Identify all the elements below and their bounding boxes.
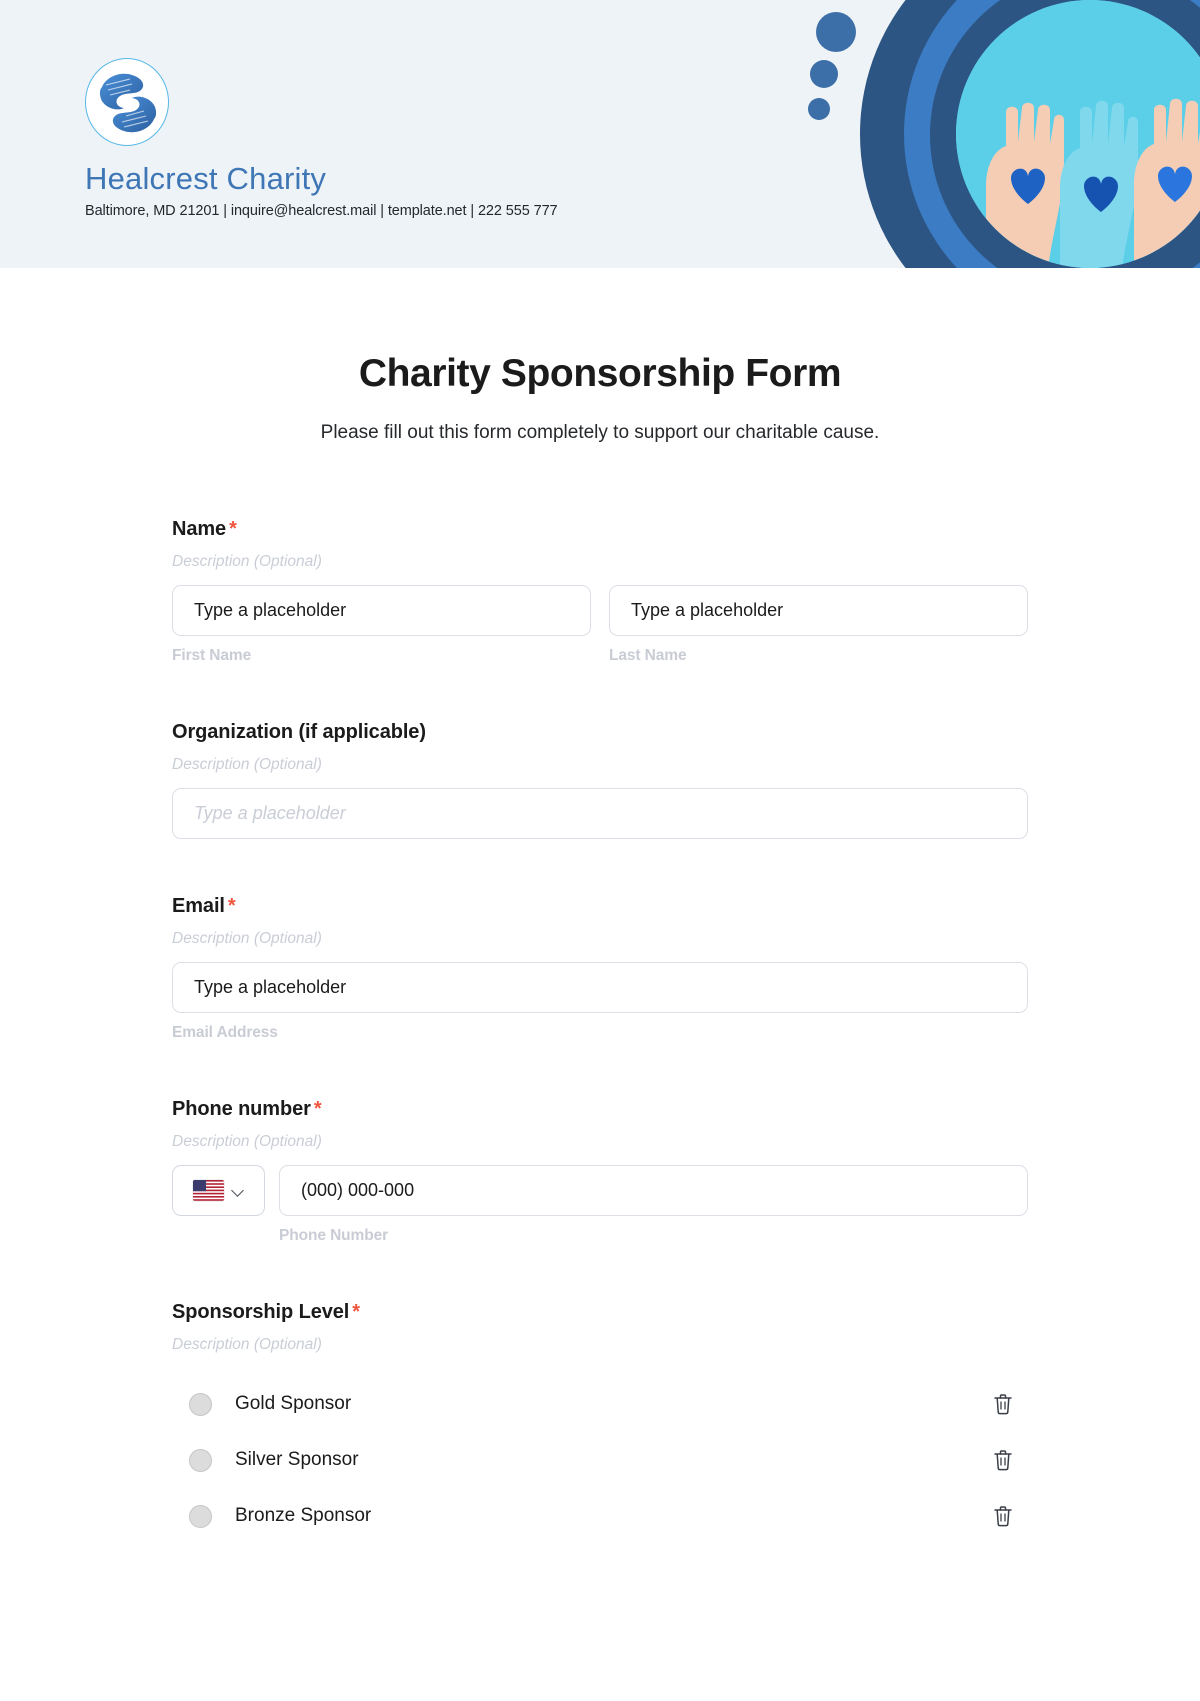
field-name: Name * Description (Optional) Type a plac… (172, 518, 1028, 665)
us-flag-icon (193, 1180, 224, 1201)
radio-icon[interactable] (189, 1448, 212, 1472)
email-value: Type a placeholder (194, 977, 347, 997)
list-item[interactable]: Silver Sponsor (172, 1432, 1028, 1488)
option-label: Silver Sponsor (235, 1449, 359, 1470)
sponsorship-options-list: Gold Sponsor Silver Sponsor Bronze Spons… (172, 1376, 1028, 1544)
required-asterisk: * (229, 518, 237, 540)
helping-hands-logo-icon (85, 58, 169, 146)
phone-input-row: (000) 000-000 (172, 1165, 1028, 1216)
option-label: Gold Sponsor (235, 1393, 352, 1414)
field-name-label: Name * (172, 518, 1028, 541)
phone-number-value: (000) 000-000 (301, 1180, 415, 1200)
header-decorative-art (780, 0, 1200, 268)
field-sponsorship-level-label: Sponsorship Level * (172, 1301, 1028, 1324)
required-asterisk: * (352, 1301, 360, 1323)
decorative-dot-medium (810, 60, 838, 88)
page-subtitle: Please fill out this form completely to … (320, 422, 880, 443)
last-name-sublabel: Last Name (609, 647, 687, 664)
country-code-select[interactable] (172, 1165, 265, 1216)
trash-icon[interactable] (992, 1392, 1014, 1416)
field-name-label-text: Name (172, 518, 227, 540)
organization-column: Type a placeholder (172, 788, 1028, 839)
chevron-down-icon (232, 1185, 244, 1197)
field-email: Email * Description (Optional) Type a pla… (172, 895, 1028, 1042)
list-item[interactable]: Bronze Sponsor (172, 1488, 1028, 1544)
field-organization-label-text: Organization (if applicable) (172, 721, 426, 743)
decorative-dot-large (816, 12, 856, 52)
first-name-value: Type a placeholder (194, 600, 347, 620)
brand-contact-line: Baltimore, MD 21201 | inquire@healcrest.… (85, 203, 558, 220)
email-input-row: Type a placeholder Email Address (172, 962, 1028, 1042)
radio-icon[interactable] (189, 1504, 212, 1528)
required-asterisk: * (227, 895, 236, 917)
email-sublabel: Email Address (172, 1024, 278, 1041)
brand-name: Healcrest Charity (85, 161, 327, 196)
option-label: Bronze Sponsor (235, 1505, 372, 1526)
email-column: Type a placeholder Email Address (172, 962, 1028, 1042)
email-input[interactable]: Type a placeholder (172, 962, 1028, 1013)
decorative-dot-small (808, 98, 830, 120)
phone-number-input[interactable]: (000) 000-000 (279, 1165, 1028, 1216)
field-organization-description: Description (Optional) (172, 756, 322, 773)
organization-placeholder: Type a placeholder (194, 803, 346, 823)
first-name-input[interactable]: Type a placeholder (172, 585, 591, 636)
field-phone-label: Phone number * (172, 1098, 1028, 1121)
radio-icon[interactable] (189, 1392, 212, 1416)
field-sponsorship-level-label-text: Sponsorship Level (172, 1301, 350, 1323)
field-email-description: Description (Optional) (172, 930, 322, 947)
field-phone: Phone number * Description (Optional) (0… (172, 1098, 1028, 1245)
organization-input-row: Type a placeholder (172, 788, 1028, 839)
form-page: Charity Sponsorship Form Please fill out… (0, 268, 1200, 1544)
first-name-sublabel: First Name (172, 647, 252, 664)
field-organization: Organization (if applicable) Description… (172, 721, 1028, 839)
last-name-column: Type a placeholder Last Name (609, 585, 1028, 665)
field-name-description: Description (Optional) (172, 553, 322, 570)
last-name-value: Type a placeholder (631, 600, 784, 620)
phone-input-column: (000) 000-000 (279, 1165, 1028, 1216)
list-item[interactable]: Gold Sponsor (172, 1376, 1028, 1432)
trash-icon[interactable] (992, 1448, 1014, 1472)
form-container: Charity Sponsorship Form Please fill out… (172, 352, 1028, 1544)
organization-input[interactable]: Type a placeholder (172, 788, 1028, 839)
field-sponsorship-level: Sponsorship Level * Description (Optional… (172, 1301, 1028, 1544)
page-header: Healcrest Charity Baltimore, MD 21201 | … (0, 0, 1200, 268)
trash-icon[interactable] (992, 1504, 1014, 1528)
field-email-label-text: Email (172, 895, 225, 917)
name-inputs-row: Type a placeholder First Name Type a pla… (172, 585, 1028, 665)
page-title: Charity Sponsorship Form (358, 352, 842, 395)
required-asterisk: * (313, 1098, 322, 1120)
last-name-input[interactable]: Type a placeholder (609, 585, 1028, 636)
field-sponsorship-level-description: Description (Optional) (172, 1336, 322, 1353)
first-name-column: Type a placeholder First Name (172, 585, 591, 665)
field-phone-description: Description (Optional) (172, 1133, 322, 1150)
field-email-label: Email * (172, 895, 1028, 918)
field-phone-label-text: Phone number (172, 1098, 311, 1120)
phone-sublabel: Phone Number (279, 1227, 389, 1244)
brand-block: Healcrest Charity Baltimore, MD 21201 | … (85, 58, 705, 219)
hands-photo (956, 0, 1200, 268)
field-organization-label: Organization (if applicable) (172, 721, 1028, 744)
